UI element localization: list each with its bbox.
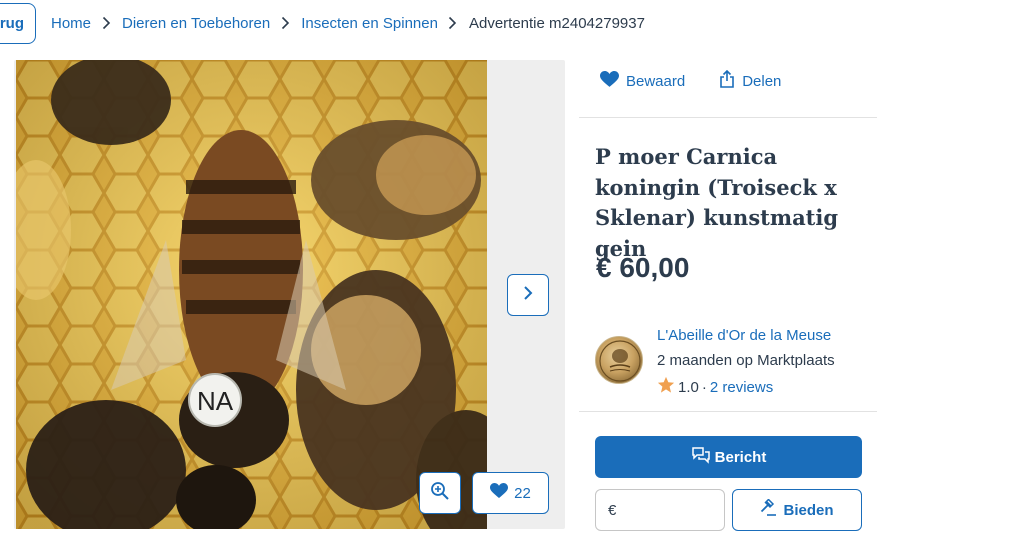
- zoom-button[interactable]: [419, 472, 461, 514]
- favorite-count: 22: [514, 484, 531, 502]
- heart-icon: [490, 483, 509, 503]
- breadcrumb: Home Dieren en Toebehoren Insecten en Sp…: [51, 14, 645, 32]
- listing-price: € 60,00: [596, 252, 690, 283]
- chevron-right-icon: [274, 14, 296, 32]
- seller-rating: 1.0 · 2 reviews: [657, 376, 773, 398]
- share-icon: [719, 69, 735, 92]
- message-button-label: Bericht: [714, 448, 767, 466]
- share-label: Delen: [742, 72, 782, 90]
- divider: [579, 117, 877, 118]
- chevron-right-icon: [95, 14, 117, 32]
- zoom-in-icon: [430, 481, 450, 506]
- rating-score: 1.0: [678, 378, 699, 396]
- heart-icon: [600, 70, 619, 92]
- chevron-right-icon: [442, 14, 464, 32]
- chevron-right-icon: [523, 285, 533, 306]
- back-button-label: rug: [0, 15, 24, 32]
- bid-amount-field[interactable]: €: [595, 489, 725, 531]
- star-icon: [657, 376, 675, 398]
- message-button[interactable]: Bericht: [595, 436, 862, 478]
- gavel-icon: [760, 498, 778, 521]
- reviews-link[interactable]: 2 reviews: [710, 379, 773, 396]
- seller-name[interactable]: L'Abeille d'Or de la Meuse: [657, 327, 831, 344]
- share-button[interactable]: Delen: [719, 69, 782, 92]
- seller-avatar[interactable]: [595, 336, 643, 384]
- save-button[interactable]: Bewaard: [600, 70, 685, 92]
- breadcrumb-home[interactable]: Home: [51, 15, 91, 32]
- breadcrumb-insecten[interactable]: Insecten en Spinnen: [301, 15, 438, 32]
- chat-bubbles-icon: [691, 446, 711, 468]
- currency-prefix: €: [608, 501, 617, 519]
- breadcrumb-dieren[interactable]: Dieren en Toebehoren: [122, 15, 270, 32]
- save-label: Bewaard: [626, 72, 686, 90]
- queen-marker-tag: NA: [197, 386, 234, 416]
- divider: [579, 411, 877, 412]
- listing-photo[interactable]: NA: [16, 60, 487, 529]
- back-button[interactable]: rug: [0, 3, 36, 44]
- listing-title: P moer Carnica koningin (Troiseck x Skle…: [595, 144, 839, 261]
- rating-separator: ·: [701, 378, 707, 396]
- next-image-button[interactable]: [507, 274, 549, 316]
- listing-actions: Bewaard Delen: [600, 69, 782, 92]
- bid-button-label: Bieden: [783, 501, 834, 519]
- breadcrumb-current: Advertentie m2404279937: [468, 14, 645, 32]
- seller-membership: 2 maanden op Marktplaats: [657, 352, 835, 369]
- bid-button[interactable]: Bieden: [732, 489, 862, 531]
- favorite-count-button[interactable]: 22: [472, 472, 549, 514]
